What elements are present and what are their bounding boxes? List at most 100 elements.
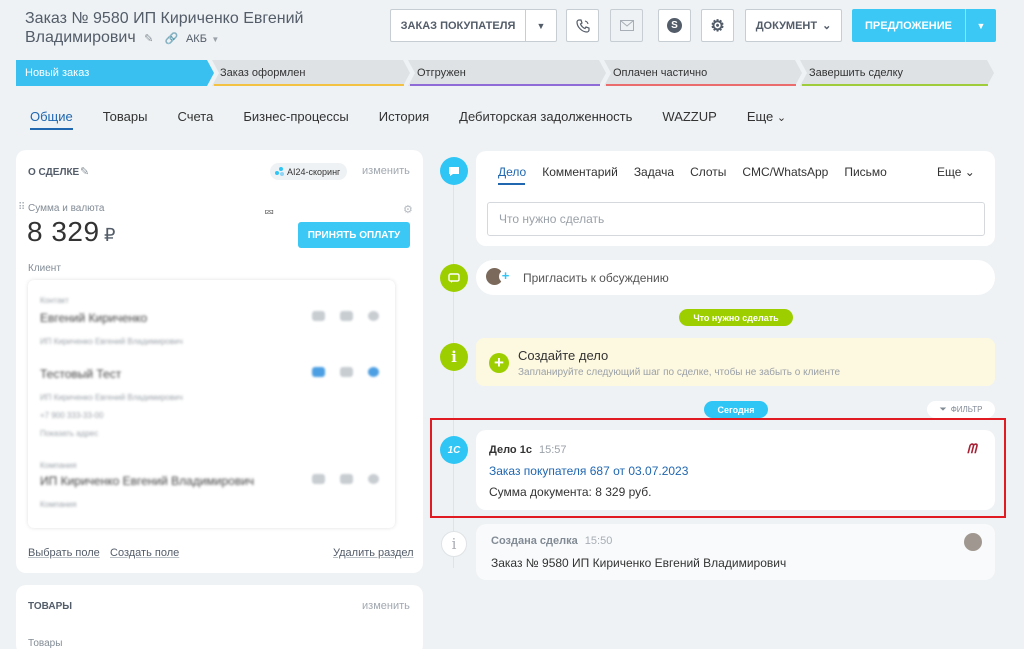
sum-value[interactable]: 8 329 ₽ bbox=[27, 216, 115, 248]
select-field-link[interactable]: Выбрать поле bbox=[28, 547, 100, 559]
today-pill: Сегодня bbox=[704, 401, 768, 418]
document-button[interactable]: ДОКУМЕНТ ⌄ bbox=[745, 9, 842, 42]
page-title: Заказ № 9580 ИП Кириченко Евгений Владим… bbox=[25, 9, 355, 49]
contact-company: ИП Кириченко Евгений Владимирович bbox=[40, 393, 183, 402]
contact-actions bbox=[312, 311, 379, 321]
stage-shipped[interactable]: Отгружен bbox=[408, 60, 606, 86]
chat-icon[interactable] bbox=[368, 311, 379, 321]
client-label: Клиент bbox=[28, 263, 61, 274]
company-name[interactable]: ИП Кириченко Евгений Владимирович bbox=[40, 474, 254, 488]
envelope-icon bbox=[619, 20, 634, 31]
tab-task-item[interactable]: Дело bbox=[498, 165, 526, 184]
chat-bubble-icon bbox=[440, 264, 468, 292]
contact-role: Контакт bbox=[40, 296, 69, 305]
create-field-link[interactable]: Создать поле bbox=[110, 547, 179, 559]
contact-name[interactable]: Евгений Кириченко bbox=[40, 311, 147, 325]
editor-tabs: Дело Комментарий Задача Слоты СМС/WhatsA… bbox=[498, 165, 903, 184]
tab-todo[interactable]: Задача bbox=[634, 165, 674, 184]
tab-general[interactable]: Общие bbox=[30, 108, 73, 130]
editor-more-menu[interactable]: Еще ⌄ bbox=[937, 165, 975, 179]
pencil-icon[interactable]: ✎ bbox=[144, 30, 153, 49]
deal-tag[interactable]: АКБ bbox=[186, 33, 207, 45]
contact-actions bbox=[312, 367, 379, 377]
filter-icon: ⏷ bbox=[939, 404, 947, 414]
sum-label: Сумма и валюта bbox=[28, 203, 105, 214]
tab-slots[interactable]: Слоты bbox=[690, 165, 726, 184]
ai-scoring-badge[interactable]: AI24-скоринг bbox=[270, 163, 348, 180]
chat-icon[interactable] bbox=[368, 474, 379, 484]
email-button[interactable] bbox=[610, 9, 643, 42]
highlight-box bbox=[430, 418, 1006, 518]
tab-more[interactable]: Еще ⌄ bbox=[747, 108, 786, 130]
tab-receivables[interactable]: Дебиторская задолженность bbox=[459, 108, 632, 130]
todo-pill: Что нужно сделать bbox=[679, 309, 793, 326]
gear-icon: ⚙ bbox=[710, 17, 725, 35]
create-task-subtitle: Запланируйте следующий шаг по сделке, чт… bbox=[518, 367, 841, 378]
products-label: Товары bbox=[28, 638, 63, 649]
tab-comment[interactable]: Комментарий bbox=[542, 165, 618, 184]
active-tab-underline bbox=[498, 183, 525, 185]
plus-icon[interactable]: + bbox=[499, 269, 512, 283]
stage-close-deal[interactable]: Завершить сделку bbox=[800, 60, 994, 86]
company-actions bbox=[312, 474, 379, 484]
chevron-down-icon: ⌄ bbox=[964, 165, 975, 179]
stage-new[interactable]: Новый заказ bbox=[16, 60, 214, 86]
drag-handle-icon[interactable]: ⠿ bbox=[18, 202, 25, 213]
mouse-cursor-icon: ⮹ bbox=[264, 205, 275, 220]
chevron-down-icon[interactable]: ▼ bbox=[966, 21, 996, 31]
todo-input[interactable]: Что нужно сделать bbox=[487, 202, 985, 236]
section-title: ТОВАРЫ bbox=[28, 601, 73, 612]
chevron-down-icon: ⌄ bbox=[822, 20, 832, 32]
invite-text: Пригласить к обсуждению bbox=[523, 271, 669, 285]
settings-button[interactable]: ⚙ bbox=[701, 9, 734, 42]
create-task-title[interactable]: Создайте дело bbox=[518, 348, 608, 363]
offer-button[interactable]: ПРЕДЛОЖЕНИЕ ▼ bbox=[852, 9, 996, 42]
tab-wazzup[interactable]: WAZZUP bbox=[662, 108, 716, 130]
tab-products[interactable]: Товары bbox=[103, 108, 148, 130]
envelope-icon[interactable] bbox=[340, 311, 353, 321]
tab-business-processes[interactable]: Бизнес-процессы bbox=[243, 108, 348, 130]
contact-company: ИП Кириченко Евгений Владимирович bbox=[40, 337, 183, 346]
skype-button[interactable]: S bbox=[658, 9, 691, 42]
edit-link[interactable]: изменить bbox=[362, 165, 410, 177]
ai-icon bbox=[275, 167, 284, 176]
gear-icon[interactable]: ⚙ bbox=[403, 203, 413, 216]
envelope-icon[interactable] bbox=[340, 367, 353, 377]
company-role: Компания bbox=[40, 461, 77, 470]
accept-payment-button[interactable]: ПРИНЯТЬ ОПЛАТУ bbox=[298, 222, 410, 248]
created-deal-text: Заказ № 9580 ИП Кириченко Евгений Владим… bbox=[491, 556, 787, 570]
stage-issued[interactable]: Заказ оформлен bbox=[212, 60, 410, 86]
pencil-icon[interactable]: ✎ bbox=[80, 165, 89, 178]
chevron-down-icon[interactable]: ▼ bbox=[526, 21, 556, 31]
order-button[interactable]: ЗАКАЗ ПОКУПАТЕЛЯ ▼ bbox=[390, 9, 557, 42]
tab-sms-whatsapp[interactable]: СМС/WhatsApp bbox=[742, 165, 828, 184]
add-task-button[interactable]: + bbox=[489, 353, 509, 373]
company-type: Компания bbox=[40, 500, 77, 509]
chevron-down-icon[interactable]: ▼ bbox=[211, 35, 219, 44]
show-address-link[interactable]: Показать адрес bbox=[40, 429, 98, 438]
edit-link[interactable]: изменить bbox=[362, 600, 410, 612]
skype-icon: S bbox=[667, 18, 682, 33]
tab-invoices[interactable]: Счета bbox=[177, 108, 213, 130]
contact-name[interactable]: Тестовый Тест bbox=[40, 367, 121, 381]
stage-partially-paid[interactable]: Оплачен частично bbox=[604, 60, 802, 86]
tab-history[interactable]: История bbox=[379, 108, 429, 130]
tab-bar: Общие Товары Счета Бизнес-процессы Истор… bbox=[30, 108, 816, 130]
link-icon[interactable]: 🔗 bbox=[165, 30, 179, 49]
filter-button[interactable]: ⏷ ФИЛЬТР bbox=[927, 401, 995, 418]
phone-icon[interactable] bbox=[312, 367, 325, 377]
products-panel bbox=[16, 585, 423, 649]
activity-title: Создана сделка 15:50 bbox=[491, 535, 613, 547]
phone-button[interactable] bbox=[566, 9, 599, 42]
delete-section-link[interactable]: Удалить раздел bbox=[333, 547, 414, 559]
phone-icon bbox=[575, 18, 590, 33]
stage-bar: Новый заказ Заказ оформлен Отгружен Опла… bbox=[16, 60, 994, 86]
tab-email[interactable]: Письмо bbox=[844, 165, 887, 184]
chat-icon[interactable] bbox=[368, 367, 379, 377]
avatar[interactable] bbox=[964, 533, 982, 551]
envelope-icon[interactable] bbox=[340, 474, 353, 484]
chevron-down-icon: ⌄ bbox=[776, 112, 787, 124]
phone-icon[interactable] bbox=[312, 474, 325, 484]
contact-phone[interactable]: +7 900 333-33-00 bbox=[40, 411, 103, 420]
phone-icon[interactable] bbox=[312, 311, 325, 321]
